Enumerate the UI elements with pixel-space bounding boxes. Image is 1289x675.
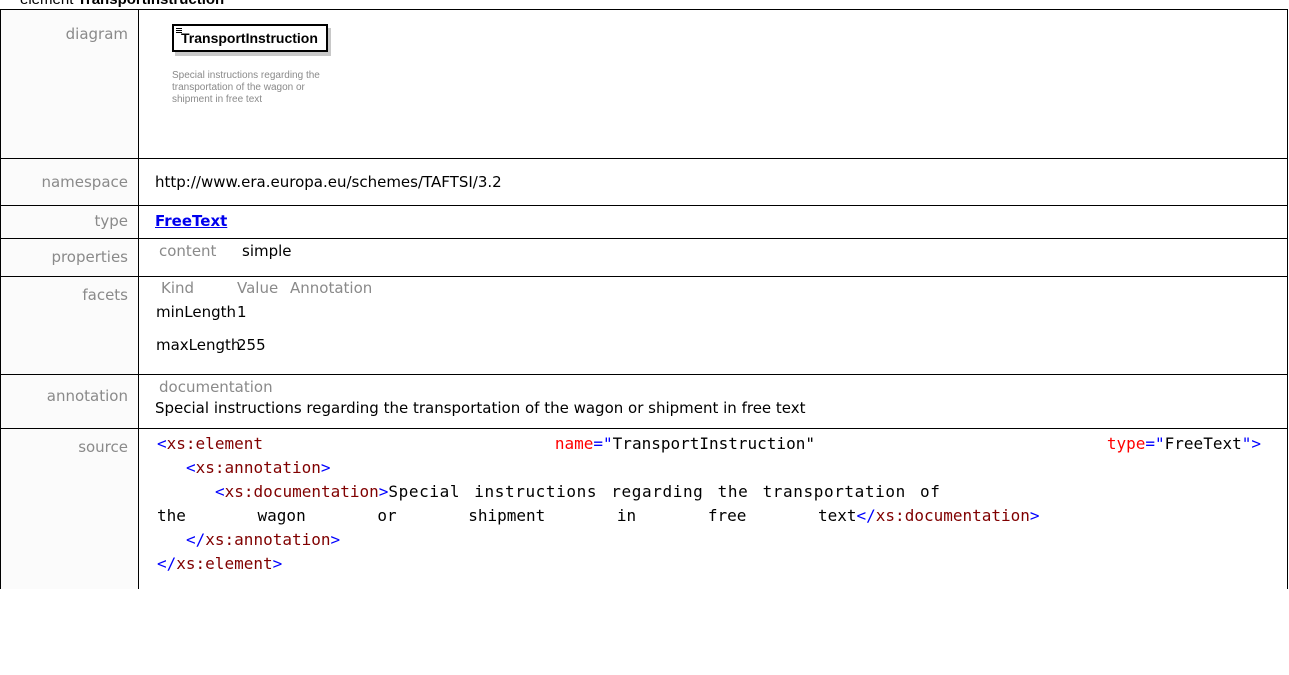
facets-label: facets [82, 286, 128, 304]
properties-value: simple [242, 242, 292, 260]
diagram-documentation: Special instructions regarding the trans… [172, 70, 320, 105]
source-line: <xs:element name="TransportInstruction" ty… [157, 434, 1261, 453]
namespace-label: namespace [41, 173, 128, 191]
facet-row: minLength 1 [139, 297, 1287, 327]
facets-header-annotation: Annotation [290, 279, 373, 297]
annotation-key: documentation [159, 378, 273, 396]
facets-header-kind: Kind [161, 279, 195, 297]
source-label: source [78, 438, 128, 456]
source-line: </xs: element > [157, 554, 283, 573]
diagram-label: diagram [65, 25, 128, 43]
element-doc-table: diagram TransportInstruction Special ins… [0, 9, 1288, 589]
source-row: source <xs:element name="TransportInstruc… [0, 428, 1288, 589]
facet-kind: minLength [156, 303, 237, 321]
source-code: <xs:element name="TransportInstruction" ty… [157, 429, 1261, 582]
facets-row: facets Kind Value Annotation minLength 1… [0, 276, 1288, 375]
heading-name: TransportInstruction [78, 0, 225, 8]
type-link[interactable]: FreeText [155, 212, 227, 230]
annotation-label: annotation [46, 387, 128, 405]
facets-header-value: Value [237, 279, 279, 297]
heading-kind: element [20, 0, 73, 8]
diagram-row: diagram TransportInstruction Special ins… [0, 9, 1288, 159]
facet-value: 1 [237, 303, 247, 321]
annotation-text: Special instructions regarding the trans… [155, 399, 806, 417]
source-line: < xs: annotation > [186, 458, 331, 477]
namespace-row: namespace http://www.era.europa.eu/schem… [0, 158, 1288, 206]
type-row: type FreeText [0, 205, 1288, 239]
namespace-value: http://www.era.europa.eu/schemes/TAFTSI/… [155, 173, 502, 191]
type-label: type [94, 212, 128, 230]
properties-row: properties content simple [0, 238, 1288, 277]
annotation-row: annotation documentation Special instruc… [0, 374, 1288, 429]
facet-kind: maxLength [156, 336, 241, 354]
element-content-icon [176, 28, 182, 34]
facet-row: maxLength 255 [139, 327, 1287, 363]
properties-key: content [159, 242, 217, 260]
facets-header: Kind Value Annotation [139, 279, 1287, 297]
facet-value: 255 [237, 336, 266, 354]
source-line: the wagon or shipment in free text </xs: d… [157, 506, 1040, 525]
page-heading: element TransportInstruction [20, 0, 224, 9]
properties-label: properties [51, 248, 128, 266]
diagram-element-name: TransportInstruction [181, 30, 318, 46]
source-line: </xs: annotation > [186, 530, 341, 549]
diagram-element-box[interactable]: TransportInstruction [172, 24, 328, 52]
source-line: < xs: documentation > Special instructions r… [215, 482, 941, 501]
